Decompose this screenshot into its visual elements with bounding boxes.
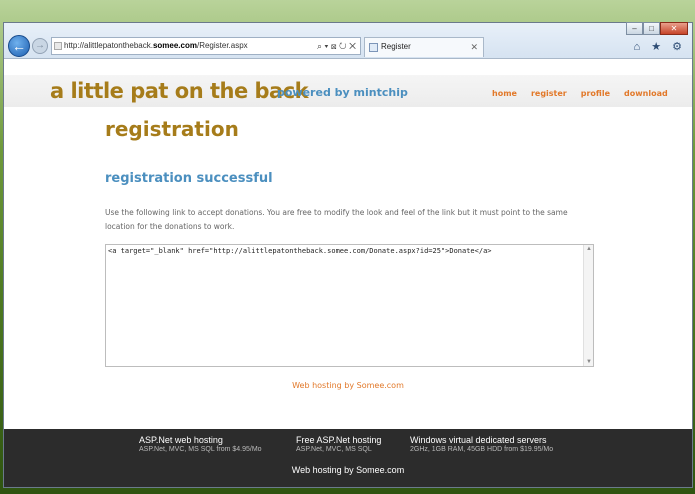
- minimize-button[interactable]: –: [626, 22, 643, 35]
- site-nav: home register profile download: [492, 89, 682, 98]
- footer-ad-aspnet[interactable]: ASP.Net web hosting ASP.Net, MVC, MS SQL…: [139, 435, 262, 453]
- nav-download[interactable]: download: [624, 89, 668, 98]
- hosting-link[interactable]: Web hosting by Somee.com: [4, 381, 692, 390]
- donation-code-textarea[interactable]: <a target="_blank" href="http://alittlep…: [105, 244, 594, 367]
- site-title[interactable]: a little pat on the back: [50, 79, 309, 103]
- nav-register[interactable]: register: [531, 89, 567, 98]
- forward-arrow-icon: →: [35, 40, 45, 51]
- page-favicon-icon: [54, 42, 62, 50]
- tab-register[interactable]: Register ✕: [364, 37, 484, 57]
- instructions-text: Use the following link to accept donatio…: [105, 208, 568, 231]
- back-arrow-icon: ←: [12, 38, 26, 54]
- browser-window: ← → http://alittlepatontheback.somee.com…: [3, 22, 693, 488]
- home-favorites-tools-icons[interactable]: ⌂ ★ ⚙: [634, 40, 686, 53]
- hosting-footer: ASP.Net web hosting ASP.Net, MVC, MS SQL…: [4, 429, 692, 487]
- close-window-button[interactable]: ✕: [660, 22, 688, 35]
- back-button[interactable]: ←: [8, 35, 30, 57]
- footer-ad-title: Free ASP.Net hosting: [296, 435, 382, 445]
- footer-ad-free[interactable]: Free ASP.Net hosting ASP.Net, MVC, MS SQ…: [296, 435, 381, 453]
- scroll-up-icon[interactable]: ▲: [584, 246, 594, 252]
- page-viewport: a little pat on the back powered by mint…: [4, 59, 692, 487]
- page-title: registration: [105, 117, 239, 141]
- footer-ad-sub: ASP.Net, MVC, MS SQL: [296, 446, 372, 453]
- browser-toolbar: ← → http://alittlepatontheback.somee.com…: [4, 22, 692, 59]
- address-domain: somee.com: [152, 41, 197, 50]
- site-powered-by: powered by mintchip: [277, 86, 408, 99]
- nav-profile[interactable]: profile: [581, 89, 610, 98]
- footer-ad-sub: 2GHz, 1GB RAM, 45GB HDD from $19.95/Mo: [410, 446, 554, 453]
- nav-home[interactable]: home: [492, 89, 517, 98]
- address-tools-icons[interactable]: ⌕ ▾ ⊠ ↻ ✕: [317, 38, 356, 54]
- footer-ad-vds[interactable]: Windows virtual dedicated servers 2GHz, …: [410, 435, 553, 453]
- scroll-down-icon[interactable]: ▼: [584, 359, 594, 365]
- status-heading: registration successful: [105, 171, 273, 186]
- footer-hosting-link[interactable]: Web hosting by Somee.com: [4, 465, 692, 475]
- window-controls: – □ ✕: [626, 22, 688, 36]
- address-path: /Register.aspx: [196, 41, 248, 50]
- tab-title: Register: [381, 42, 411, 51]
- maximize-button[interactable]: □: [643, 22, 660, 35]
- footer-ad-sub: ASP.Net, MVC, MS SQL from $4.95/Mo: [139, 446, 262, 453]
- address-bar[interactable]: http://alittlepatontheback.somee.com/Reg…: [51, 37, 361, 55]
- footer-ad-title: ASP.Net web hosting: [139, 435, 223, 445]
- tab-close-icon[interactable]: ✕: [470, 38, 478, 56]
- tab-page-icon: [369, 43, 378, 52]
- footer-ad-title: Windows virtual dedicated servers: [410, 435, 547, 445]
- address-prefix: http://alittlepatontheback.: [64, 41, 153, 50]
- textarea-scrollbar[interactable]: ▲ ▼: [583, 245, 593, 366]
- forward-button[interactable]: →: [32, 38, 48, 54]
